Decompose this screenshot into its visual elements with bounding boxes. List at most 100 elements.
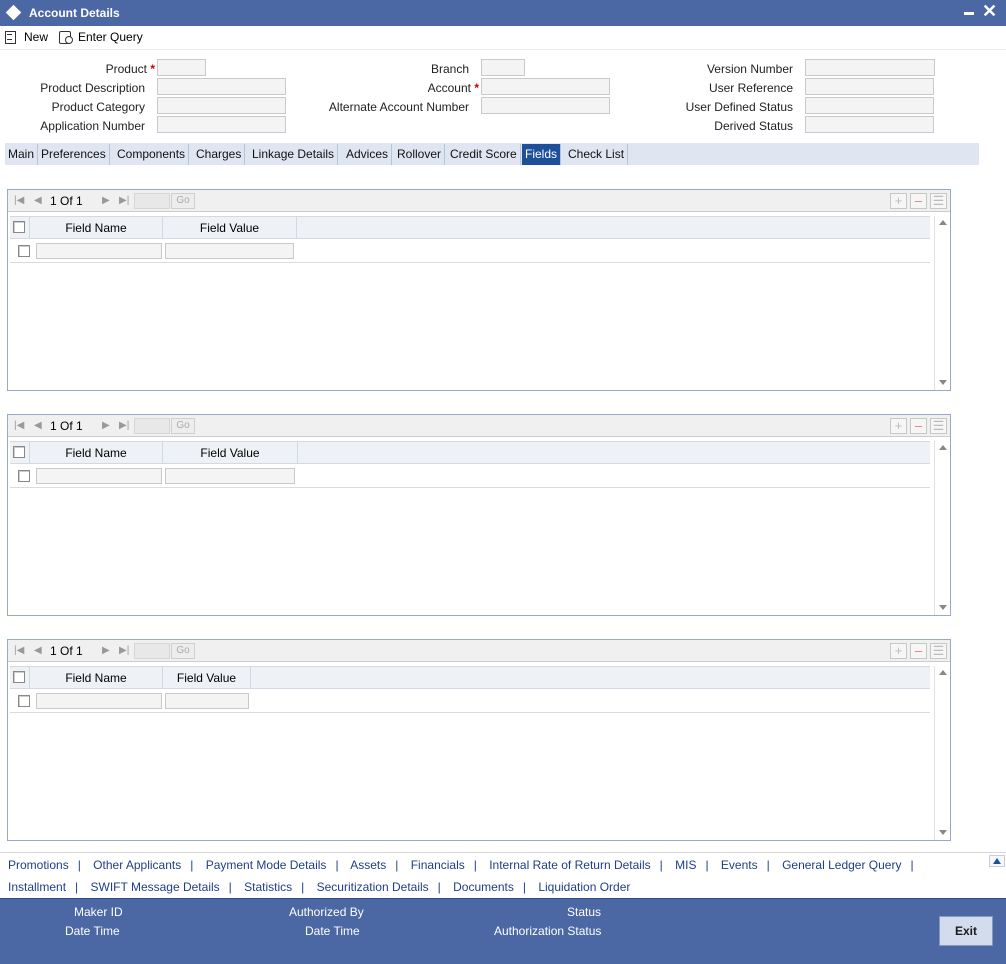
- link-securitization-details[interactable]: Securitization Details: [317, 880, 429, 894]
- first-page-icon[interactable]: |◀: [14, 645, 24, 657]
- maker-date-time-label: Date Time: [65, 924, 120, 938]
- account-input[interactable]: [481, 78, 610, 95]
- row-checkbox[interactable]: [18, 245, 30, 257]
- field-name-input[interactable]: [36, 243, 162, 259]
- field-value-input[interactable]: [165, 468, 295, 484]
- product-input[interactable]: [157, 59, 206, 76]
- previous-page-icon[interactable]: ◀: [34, 420, 42, 432]
- go-button[interactable]: Go: [171, 193, 195, 209]
- add-row-icon[interactable]: +: [890, 193, 907, 209]
- exit-button[interactable]: Exit: [939, 916, 993, 946]
- product-category-input[interactable]: [157, 97, 286, 114]
- scroll-up-icon[interactable]: [939, 670, 947, 675]
- tab-charges[interactable]: Charges: [193, 144, 246, 165]
- last-page-icon[interactable]: ▶|: [119, 645, 129, 657]
- page-number-input[interactable]: [134, 418, 170, 434]
- tab-linkage-details[interactable]: Linkage Details: [249, 144, 339, 165]
- page-number-input[interactable]: [134, 193, 170, 209]
- scroll-up-icon[interactable]: [939, 445, 947, 450]
- row-checkbox[interactable]: [18, 695, 30, 707]
- scroll-down-icon[interactable]: [939, 605, 947, 610]
- tab-main[interactable]: Main: [5, 144, 39, 165]
- field-value-header: Field Value: [163, 667, 251, 689]
- table-row: [10, 689, 930, 713]
- last-page-icon[interactable]: ▶|: [119, 195, 129, 207]
- first-page-icon[interactable]: |◀: [14, 420, 24, 432]
- single-view-icon[interactable]: ☰: [930, 193, 947, 209]
- select-all-checkbox[interactable]: [13, 221, 25, 233]
- scroll-up-icon[interactable]: [989, 855, 1005, 867]
- next-page-icon[interactable]: ▶: [102, 420, 110, 432]
- title-bar: Account Details ✕: [0, 0, 1006, 26]
- last-page-icon[interactable]: ▶|: [119, 420, 129, 432]
- enter-query-button[interactable]: Enter Query: [58, 28, 143, 46]
- single-view-icon[interactable]: ☰: [930, 418, 947, 434]
- derived-status-input[interactable]: [805, 116, 934, 133]
- application-number-label: Application Number: [40, 119, 145, 133]
- link-general-ledger-query[interactable]: General Ledger Query: [782, 858, 901, 872]
- user-reference-input[interactable]: [805, 78, 934, 95]
- new-button[interactable]: New: [4, 28, 48, 46]
- delete-row-icon[interactable]: –: [910, 643, 927, 659]
- link-financials[interactable]: Financials: [411, 858, 465, 872]
- link-events[interactable]: Events: [721, 858, 758, 872]
- single-view-icon[interactable]: ☰: [930, 643, 947, 659]
- link-assets[interactable]: Assets: [350, 858, 386, 872]
- tab-check-list[interactable]: Check List: [565, 144, 629, 165]
- delete-row-icon[interactable]: –: [910, 193, 927, 209]
- scroll-up-icon[interactable]: [939, 220, 947, 225]
- link-promotions[interactable]: Promotions: [8, 858, 69, 872]
- link-irr-details[interactable]: Internal Rate of Return Details: [489, 858, 650, 872]
- product-description-input[interactable]: [157, 78, 286, 95]
- field-value-header: Field Value: [163, 217, 297, 239]
- vertical-scrollbar[interactable]: [934, 666, 950, 840]
- select-all-cell: [10, 442, 30, 464]
- alternate-account-input[interactable]: [481, 97, 610, 114]
- first-page-icon[interactable]: |◀: [14, 195, 24, 207]
- previous-page-icon[interactable]: ◀: [34, 645, 42, 657]
- branch-input[interactable]: [481, 59, 525, 76]
- close-icon[interactable]: ✕: [982, 1, 997, 21]
- field-value-input[interactable]: [165, 693, 249, 709]
- tab-components[interactable]: Components: [114, 144, 190, 165]
- vertical-scrollbar[interactable]: [934, 441, 950, 615]
- user-defined-status-input[interactable]: [805, 97, 934, 114]
- next-page-icon[interactable]: ▶: [102, 195, 110, 207]
- link-documents[interactable]: Documents: [453, 880, 514, 894]
- field-name-input[interactable]: [36, 468, 162, 484]
- product-description-label: Product Description: [40, 81, 145, 95]
- go-button[interactable]: Go: [171, 418, 195, 434]
- previous-page-icon[interactable]: ◀: [34, 195, 42, 207]
- toolbar: New Enter Query: [0, 26, 1006, 50]
- add-row-icon[interactable]: +: [890, 418, 907, 434]
- tab-credit-score[interactable]: Credit Score: [447, 144, 521, 165]
- application-number-input[interactable]: [157, 116, 286, 133]
- link-liquidation-order[interactable]: Liquidation Order: [538, 880, 630, 894]
- next-page-icon[interactable]: ▶: [102, 645, 110, 657]
- tab-preferences[interactable]: Preferences: [38, 144, 110, 165]
- status-label: Status: [567, 905, 602, 919]
- add-row-icon[interactable]: +: [890, 643, 907, 659]
- tab-rollover[interactable]: Rollover: [394, 144, 446, 165]
- tab-advices[interactable]: Advices: [343, 144, 393, 165]
- select-all-checkbox[interactable]: [13, 446, 25, 458]
- link-payment-mode-details[interactable]: Payment Mode Details: [206, 858, 327, 872]
- field-value-input[interactable]: [165, 243, 294, 259]
- go-button[interactable]: Go: [171, 643, 195, 659]
- link-installment[interactable]: Installment: [8, 880, 66, 894]
- minimize-icon[interactable]: [964, 12, 974, 15]
- delete-row-icon[interactable]: –: [910, 418, 927, 434]
- select-all-checkbox[interactable]: [13, 671, 25, 683]
- page-number-input[interactable]: [134, 643, 170, 659]
- link-mis[interactable]: MIS: [675, 858, 696, 872]
- link-swift-message-details[interactable]: SWIFT Message Details: [91, 880, 220, 894]
- scroll-down-icon[interactable]: [939, 380, 947, 385]
- row-checkbox[interactable]: [18, 470, 30, 482]
- field-name-input[interactable]: [36, 693, 162, 709]
- version-number-input[interactable]: [805, 59, 935, 76]
- link-other-applicants[interactable]: Other Applicants: [93, 858, 181, 872]
- link-statistics[interactable]: Statistics: [244, 880, 292, 894]
- scroll-down-icon[interactable]: [939, 830, 947, 835]
- tab-fields[interactable]: Fields: [522, 144, 562, 165]
- vertical-scrollbar[interactable]: [934, 216, 950, 390]
